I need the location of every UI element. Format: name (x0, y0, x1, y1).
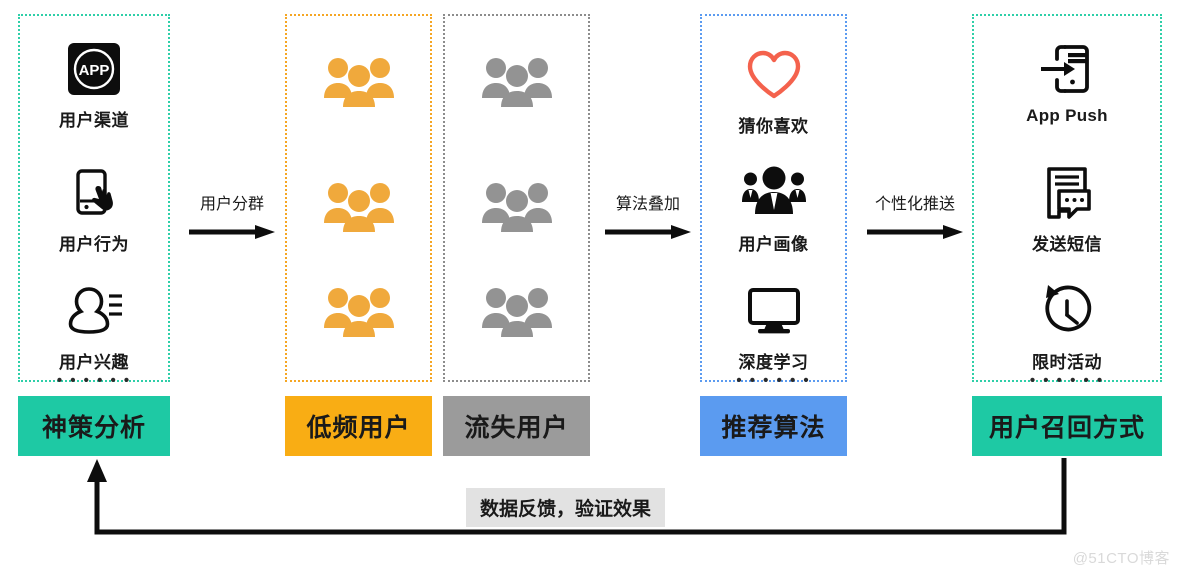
arrow-right-icon (605, 225, 691, 239)
people-group-icon (479, 50, 555, 112)
cell-people-group (443, 280, 590, 342)
column-label-text: 流失用户 (464, 414, 569, 442)
svg-text:APP: APP (79, 62, 110, 79)
cell-guess-you-like: 猜你喜欢 (700, 44, 847, 137)
ellipsis-dots: • • • • • • (736, 372, 811, 389)
diagram-canvas: APP 用户渠道 用户行为 用户兴趣 • • • • • • 神策分析 用户分群… (0, 0, 1184, 578)
column-analysis: APP 用户渠道 用户行为 用户兴趣 • • • • • • 神策分析 (18, 14, 170, 456)
arrow-label: 算法叠加 (615, 196, 680, 213)
cell-user-interest: 用户兴趣 • • • • • • (18, 280, 170, 389)
feedback-loop-label: 数据反馈，验证效果 (466, 488, 666, 527)
heart-icon (744, 44, 804, 106)
ellipsis-dots: • • • • • • (1029, 372, 1105, 389)
cell-caption: 用户画像 (738, 235, 809, 254)
arrow-algorithm-stack: 算法叠加 (600, 190, 696, 240)
cell-people-group (285, 280, 432, 342)
column-recall-channels: App Push 发送短信 限时活动 • • • • • • 用户召回方式 (972, 14, 1162, 456)
cell-user-channel: APP 用户渠道 (18, 38, 170, 131)
people-group-icon (321, 280, 397, 342)
sms-message-icon (1037, 162, 1097, 224)
cell-deep-learning: 深度学习 • • • • • • (700, 280, 847, 389)
arrow-right-icon (189, 225, 275, 239)
arrow-personalized-push: 个性化推送 (862, 190, 968, 240)
arrow-segmentation: 用户分群 (184, 190, 280, 240)
app-push-icon (1035, 38, 1099, 100)
column-label-text: 低频用户 (306, 414, 411, 442)
cell-caption: 用户行为 (59, 235, 129, 254)
arrow-label: 个性化推送 (874, 196, 955, 213)
cell-people-group (443, 50, 590, 112)
column-label-churned-users[interactable]: 流失用户 (443, 396, 590, 456)
cell-user-persona: 用户画像 (700, 162, 847, 255)
arrow-label: 用户分群 (199, 196, 264, 213)
column-label-text: 用户召回方式 (988, 414, 1145, 442)
cell-limited-time-activity: 限时活动 • • • • • • (972, 280, 1162, 389)
cell-caption: 限时活动 (1032, 353, 1102, 372)
cell-send-sms: 发送短信 (972, 162, 1162, 255)
column-label-recommend-algorithm[interactable]: 推荐算法 (700, 396, 847, 456)
cell-people-group (443, 175, 590, 237)
ellipsis-dots: • • • • • • (56, 372, 132, 389)
cell-people-group (285, 50, 432, 112)
cell-caption: App Push (1026, 106, 1108, 125)
phone-tap-icon (65, 162, 123, 224)
cell-caption: 发送短信 (1032, 235, 1102, 254)
column-label-recall-channels[interactable]: 用户召回方式 (972, 396, 1162, 456)
people-group-icon (479, 280, 555, 342)
watermark: @51CTO博客 (1072, 550, 1170, 567)
feedback-loop-text: 数据反馈，验证效果 (480, 499, 652, 520)
column-label-low-frequency-users[interactable]: 低频用户 (285, 396, 432, 456)
cell-people-group (285, 175, 432, 237)
column-low-frequency-users: 低频用户 (285, 14, 432, 456)
cell-caption: 深度学习 (738, 353, 809, 372)
column-recommend-algorithm: 猜你喜欢 用户画像 深度学习 • • • • • • 推荐算法 (700, 14, 847, 456)
column-label-text: 推荐算法 (721, 414, 826, 442)
user-profile-lines-icon (63, 280, 125, 342)
column-churned-users: 流失用户 (443, 14, 590, 456)
cell-caption: 用户渠道 (59, 111, 129, 130)
column-label-text: 神策分析 (41, 414, 146, 442)
cell-user-behavior: 用户行为 (18, 162, 170, 255)
monitor-icon (744, 280, 804, 342)
people-group-icon (321, 175, 397, 237)
app-badge-icon: APP (66, 38, 122, 100)
clock-countdown-icon (1038, 280, 1096, 342)
cell-app-push: App Push (972, 38, 1162, 126)
user-persona-icon (741, 162, 806, 224)
cell-caption: 猜你喜欢 (738, 117, 809, 136)
people-group-icon (479, 175, 555, 237)
cell-caption: 用户兴趣 (59, 353, 129, 372)
people-group-icon (321, 50, 397, 112)
arrow-right-icon (867, 225, 963, 239)
column-label-analysis[interactable]: 神策分析 (18, 396, 170, 456)
